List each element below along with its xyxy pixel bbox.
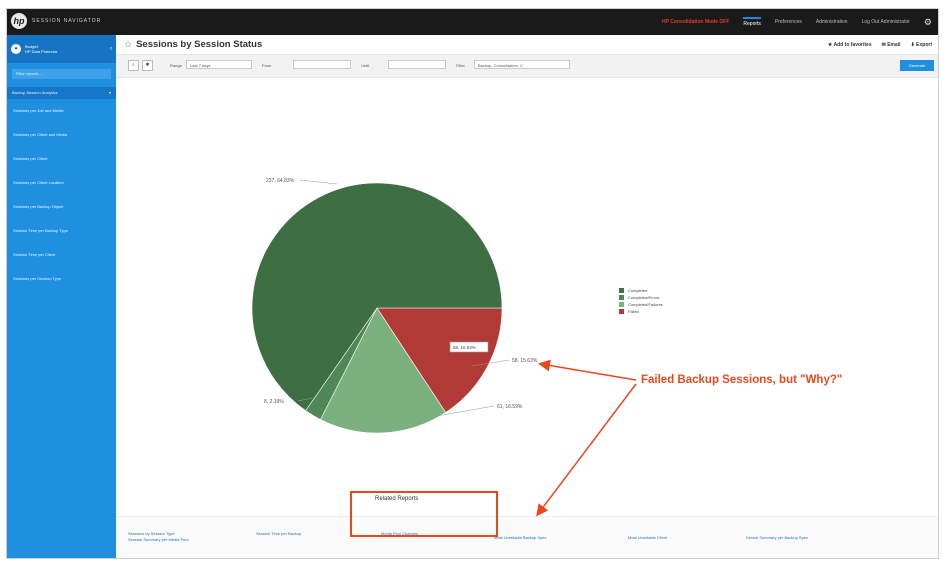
annotation-arrows — [536, 359, 637, 517]
arrow-to-failed-slice — [538, 359, 637, 381]
arrow-to-related-reports — [536, 383, 637, 517]
